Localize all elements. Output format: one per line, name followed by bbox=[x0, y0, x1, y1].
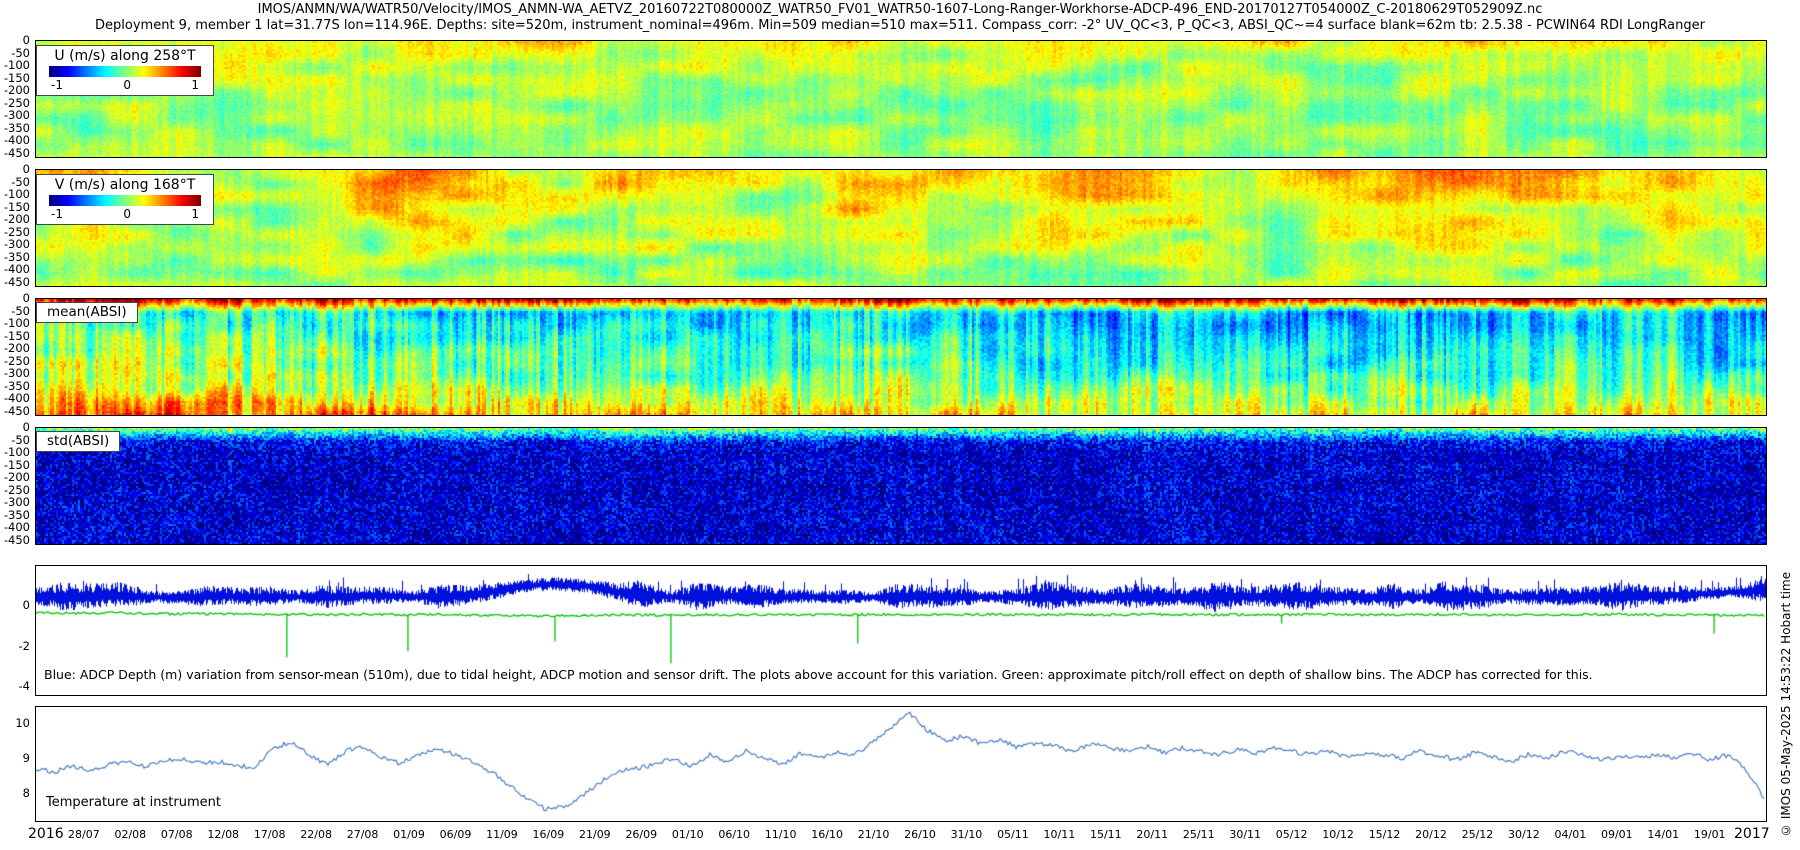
x-tick: 30/12 bbox=[1508, 828, 1540, 841]
figure-titles: IMOS/ANMN/WA/WATR50/Velocity/IMOS_ANMN-W… bbox=[0, 2, 1800, 34]
x-tick: 31/10 bbox=[951, 828, 983, 841]
v-velocity-heatmap-canvas bbox=[36, 170, 1766, 286]
y-tick: -450 bbox=[4, 404, 30, 418]
std-absi-label-box: std(ABSI) bbox=[36, 431, 120, 452]
x-tick: 05/11 bbox=[997, 828, 1029, 841]
v-colorbar-ticks: -1 0 1 bbox=[43, 207, 207, 221]
x-axis: 28/07 02/08 07/08 12/08 17/08 22/08 27/0… bbox=[35, 828, 1767, 841]
u-colorbar-legend: U (m/s) along 258°T -1 0 1 bbox=[36, 45, 214, 96]
std-absi-heatmap-canvas bbox=[36, 428, 1766, 544]
u-velocity-heatmap-canvas bbox=[36, 41, 1766, 157]
x-tick: 30/11 bbox=[1229, 828, 1261, 841]
temperature-canvas bbox=[36, 707, 1766, 821]
x-tick: 28/07 bbox=[68, 828, 100, 841]
y-tick: 0 bbox=[23, 598, 30, 612]
y-axis-std-absi: 0 -50 -100 -150 -200 -250 -300 -350 -400… bbox=[0, 427, 33, 545]
x-tick: 14/01 bbox=[1647, 828, 1679, 841]
x-tick: 26/09 bbox=[625, 828, 657, 841]
y-tick: -450 bbox=[4, 533, 30, 547]
y-axis-u-velocity: 0 -50 -100 -150 -200 -250 -300 -350 -400… bbox=[0, 40, 33, 158]
x-tick: 10/11 bbox=[1044, 828, 1076, 841]
panel-std-absi: std(ABSI) bbox=[35, 427, 1767, 545]
panel-mean-absi: mean(ABSI) bbox=[35, 298, 1767, 416]
y-axis-mean-absi: 0 -50 -100 -150 -200 -250 -300 -350 -400… bbox=[0, 298, 33, 416]
credit-vertical: © IMOS 05-May-2025 14:53:22 Hobart time bbox=[1779, 545, 1793, 837]
colorbar-tick: 1 bbox=[191, 207, 199, 221]
adcp-figure: IMOS/ANMN/WA/WATR50/Velocity/IMOS_ANMN-W… bbox=[0, 0, 1800, 850]
y-axis-temperature: 10 9 8 bbox=[0, 706, 33, 822]
mean-absi-label-box: mean(ABSI) bbox=[36, 302, 138, 323]
x-tick: 16/10 bbox=[811, 828, 843, 841]
y-tick: 8 bbox=[23, 786, 30, 800]
y-axis-depth-variation: 0 -2 -4 bbox=[0, 565, 33, 696]
colorbar-tick: 1 bbox=[191, 78, 199, 92]
x-tick: 12/08 bbox=[207, 828, 239, 841]
x-tick: 21/09 bbox=[579, 828, 611, 841]
x-tick: 19/01 bbox=[1694, 828, 1726, 841]
x-tick: 09/01 bbox=[1601, 828, 1633, 841]
panel-temperature: Temperature at instrument bbox=[35, 706, 1767, 822]
y-tick: 9 bbox=[23, 751, 30, 765]
x-tick: 21/10 bbox=[858, 828, 890, 841]
title-line-2: Deployment 9, member 1 lat=31.77S lon=11… bbox=[0, 18, 1800, 34]
u-colorbar-gradient bbox=[49, 66, 201, 77]
x-tick: 22/08 bbox=[300, 828, 332, 841]
x-tick: 11/09 bbox=[486, 828, 518, 841]
u-colorbar-ticks: -1 0 1 bbox=[43, 78, 207, 92]
colorbar-tick: 0 bbox=[123, 207, 131, 221]
x-tick: 15/12 bbox=[1369, 828, 1401, 841]
y-tick: -450 bbox=[4, 146, 30, 160]
mean-absi-heatmap-canvas bbox=[36, 299, 1766, 415]
x-tick: 01/10 bbox=[672, 828, 704, 841]
y-tick: 10 bbox=[15, 716, 30, 730]
colorbar-tick: 0 bbox=[123, 78, 131, 92]
y-tick: -450 bbox=[4, 275, 30, 289]
x-tick: 25/12 bbox=[1462, 828, 1494, 841]
panel-v-velocity: V (m/s) along 168°T -1 0 1 bbox=[35, 169, 1767, 287]
u-colorbar-title: U (m/s) along 258°T bbox=[43, 48, 207, 64]
x-tick: 07/08 bbox=[161, 828, 193, 841]
x-tick: 10/12 bbox=[1322, 828, 1354, 841]
colorbar-tick: -1 bbox=[51, 78, 63, 92]
title-line-1: IMOS/ANMN/WA/WATR50/Velocity/IMOS_ANMN-W… bbox=[0, 2, 1800, 18]
x-tick: 05/12 bbox=[1276, 828, 1308, 841]
x-tick: 26/10 bbox=[904, 828, 936, 841]
colorbar-tick: -1 bbox=[51, 207, 63, 221]
x-tick: 25/11 bbox=[1183, 828, 1215, 841]
panel-depth-variation: Blue: ADCP Depth (m) variation from sens… bbox=[35, 565, 1767, 696]
temperature-label: Temperature at instrument bbox=[46, 795, 221, 810]
x-tick: 20/12 bbox=[1415, 828, 1447, 841]
x-tick: 02/08 bbox=[114, 828, 146, 841]
y-tick: -4 bbox=[19, 679, 30, 693]
panel-u-velocity: U (m/s) along 258°T -1 0 1 bbox=[35, 40, 1767, 158]
x-tick: 04/01 bbox=[1555, 828, 1587, 841]
x-tick: 11/10 bbox=[765, 828, 797, 841]
year-end-label: 2017 bbox=[1734, 826, 1770, 842]
x-tick: 16/09 bbox=[533, 828, 565, 841]
v-colorbar-title: V (m/s) along 168°T bbox=[43, 177, 207, 193]
v-colorbar-legend: V (m/s) along 168°T -1 0 1 bbox=[36, 174, 214, 225]
x-tick: 15/11 bbox=[1090, 828, 1122, 841]
depth-variation-annotation: Blue: ADCP Depth (m) variation from sens… bbox=[44, 667, 1593, 682]
x-tick: 17/08 bbox=[254, 828, 286, 841]
v-colorbar-gradient bbox=[49, 195, 201, 206]
x-tick: 27/08 bbox=[347, 828, 379, 841]
x-tick: 06/09 bbox=[440, 828, 472, 841]
x-tick: 20/11 bbox=[1136, 828, 1168, 841]
x-tick: 01/09 bbox=[393, 828, 425, 841]
y-tick: -2 bbox=[19, 639, 30, 653]
x-tick: 06/10 bbox=[718, 828, 750, 841]
y-axis-v-velocity: 0 -50 -100 -150 -200 -250 -300 -350 -400… bbox=[0, 169, 33, 287]
